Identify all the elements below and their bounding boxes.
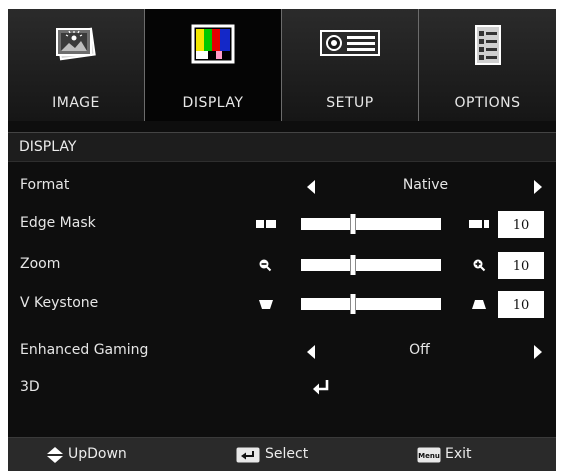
row-3d[interactable]: 3D bbox=[8, 370, 556, 408]
right-arrow-icon[interactable] bbox=[534, 345, 542, 359]
tab-bar: IMAGE DISPLAY SETUP OPTIONS bbox=[8, 9, 556, 121]
tab-options-label: OPTIONS bbox=[454, 95, 521, 111]
image-icon bbox=[53, 23, 99, 69]
footer-hints: UpDown Select Menu Exit bbox=[8, 437, 556, 471]
row-edge-mask[interactable]: Edge Mask 10 bbox=[8, 206, 556, 244]
tab-image-label: IMAGE bbox=[52, 95, 100, 111]
row-v-keystone[interactable]: V Keystone 10 bbox=[8, 286, 556, 324]
edge-mask-label: Edge Mask bbox=[20, 215, 96, 231]
left-arrow-icon[interactable] bbox=[307, 345, 315, 359]
color-bars-icon bbox=[190, 23, 236, 69]
tab-options[interactable]: OPTIONS bbox=[419, 9, 556, 121]
edge-mask-value: 10 bbox=[498, 211, 544, 238]
three-d-label: 3D bbox=[20, 379, 40, 395]
updown-hint: UpDown bbox=[68, 446, 127, 462]
row-format[interactable]: Format Native bbox=[8, 168, 556, 206]
format-value: Native bbox=[402, 177, 449, 193]
edge-mask-slider[interactable] bbox=[301, 214, 441, 234]
tab-display-label: DISPLAY bbox=[182, 95, 244, 111]
row-enhanced-gaming[interactable]: Enhanced Gaming Off bbox=[8, 333, 556, 371]
enhanced-gaming-label: Enhanced Gaming bbox=[20, 342, 149, 358]
keystone-down-icon[interactable] bbox=[259, 299, 273, 310]
keystone-up-icon[interactable] bbox=[472, 299, 486, 310]
zoom-value: 10 bbox=[498, 252, 544, 279]
edge-mask-slider-handle[interactable] bbox=[350, 214, 356, 234]
edge-mask-decrease-icon[interactable] bbox=[255, 218, 277, 230]
section-title: DISPLAY bbox=[19, 139, 77, 155]
section-header: DISPLAY bbox=[8, 132, 556, 162]
format-label: Format bbox=[20, 177, 70, 193]
tab-setup-label: SETUP bbox=[326, 95, 374, 111]
zoom-label: Zoom bbox=[20, 256, 61, 272]
osd-menu: IMAGE DISPLAY SETUP OPTIONS DISPLAY Form… bbox=[8, 9, 556, 471]
v-keystone-value: 10 bbox=[498, 291, 544, 318]
v-keystone-label: V Keystone bbox=[20, 295, 99, 311]
zoom-out-icon[interactable] bbox=[258, 258, 272, 272]
projector-icon bbox=[319, 23, 381, 69]
exit-hint: Exit bbox=[445, 446, 472, 462]
v-keystone-slider[interactable] bbox=[301, 294, 441, 314]
left-arrow-icon[interactable] bbox=[307, 180, 315, 194]
enter-key-icon bbox=[236, 447, 260, 463]
checklist-icon bbox=[471, 23, 505, 71]
menu-key-icon: Menu bbox=[417, 447, 441, 463]
right-arrow-icon[interactable] bbox=[534, 180, 542, 194]
menu-key-label: Menu bbox=[418, 452, 440, 460]
tab-setup[interactable]: SETUP bbox=[282, 9, 419, 121]
row-zoom[interactable]: Zoom 10 bbox=[8, 247, 556, 285]
zoom-slider-handle[interactable] bbox=[350, 255, 356, 275]
tab-display[interactable]: DISPLAY bbox=[145, 9, 282, 121]
enter-icon[interactable] bbox=[312, 378, 332, 396]
updown-arrows-icon bbox=[47, 447, 63, 463]
zoom-slider[interactable] bbox=[301, 255, 441, 275]
tab-image[interactable]: IMAGE bbox=[8, 9, 145, 121]
v-keystone-slider-handle[interactable] bbox=[350, 294, 356, 314]
edge-mask-increase-icon[interactable] bbox=[468, 218, 490, 230]
zoom-in-icon[interactable] bbox=[472, 258, 486, 272]
enhanced-gaming-value: Off bbox=[409, 342, 430, 358]
select-hint: Select bbox=[265, 446, 309, 462]
